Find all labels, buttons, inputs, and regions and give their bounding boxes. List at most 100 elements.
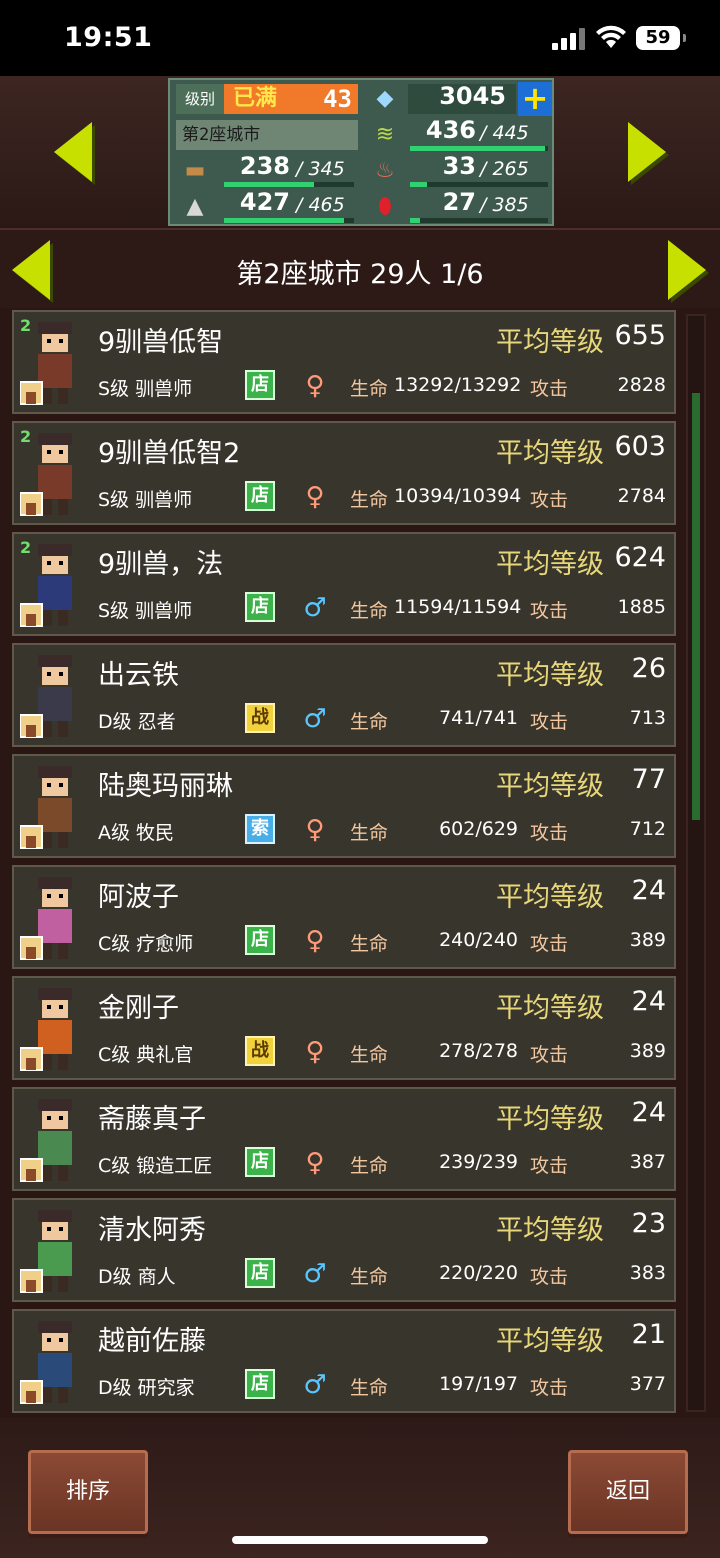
attack-label: 攻击 bbox=[530, 1377, 569, 1399]
female-icon: ♀ bbox=[305, 1037, 325, 1067]
scrollbar[interactable] bbox=[686, 314, 706, 1412]
resident-row[interactable]: 2 9驯兽，法 平均等级 624 S级 驯兽师 店 ♂ 生命 11594/11594 攻击 1885 bbox=[12, 532, 676, 636]
attack-value: 1885 bbox=[617, 596, 666, 618]
battery-icon: 59 bbox=[636, 26, 686, 50]
clock: 19:51 bbox=[64, 22, 153, 53]
rank-badge-icon: 2 bbox=[20, 538, 32, 557]
job-tag-badge: 店 bbox=[245, 925, 275, 955]
hp-value: 197/197 bbox=[439, 1373, 518, 1395]
resident-row[interactable]: 陆奥玛丽琳 平均等级 77 A级 牧民 索 ♀ 生命 602/629 攻击 712 bbox=[12, 754, 676, 858]
grain-bar bbox=[410, 146, 545, 151]
avg-level-value: 23 bbox=[631, 1208, 666, 1239]
hp-value: 741/741 bbox=[439, 707, 518, 729]
male-icon: ♂ bbox=[303, 704, 327, 734]
food-max: / 265 bbox=[480, 158, 529, 180]
page-title: 第2座城市 29人 1/6 bbox=[236, 259, 484, 290]
resident-name: 斋藤真子 bbox=[98, 1104, 206, 1135]
attack-label: 攻击 bbox=[530, 489, 569, 511]
male-icon: ♂ bbox=[303, 593, 327, 623]
ore-icon: ▲ bbox=[186, 194, 204, 219]
resident-row[interactable]: 金刚子 平均等级 24 C级 典礼官 战 ♀ 生命 278/278 攻击 389 bbox=[12, 976, 676, 1080]
resident-avatar bbox=[19, 760, 90, 854]
level-full-badge: 已满 bbox=[224, 84, 286, 114]
next-city-arrow-icon[interactable] bbox=[614, 112, 674, 192]
resident-avatar bbox=[19, 1093, 90, 1187]
avg-level-label: 平均等级 bbox=[496, 327, 604, 358]
job-tag-badge: 战 bbox=[245, 703, 275, 733]
avg-level-value: 624 bbox=[614, 542, 666, 573]
resident-row[interactable]: 斋藤真子 平均等级 24 C级 锻造工匠 店 ♀ 生命 239/239 攻击 387 bbox=[12, 1087, 676, 1191]
resident-class: C级 疗愈师 bbox=[98, 933, 194, 955]
hp-value: 13292/13292 bbox=[394, 374, 522, 396]
resident-row[interactable]: 2 9驯兽低智 平均等级 655 S级 驯兽师 店 ♀ 生命 13292/13292 攻击 2828 bbox=[12, 310, 676, 414]
job-tag-badge: 店 bbox=[245, 1369, 275, 1399]
ore-bar bbox=[224, 218, 344, 223]
avg-level-label: 平均等级 bbox=[496, 438, 604, 469]
resident-name: 越前佐藤 bbox=[98, 1326, 206, 1357]
hp-label: 生命 bbox=[350, 1377, 389, 1399]
resident-name: 9驯兽低智2 bbox=[98, 438, 241, 469]
home-indicator[interactable] bbox=[232, 1536, 488, 1544]
avg-level-label: 平均等级 bbox=[496, 549, 604, 580]
wood-max: / 345 bbox=[296, 158, 345, 180]
sort-button[interactable]: 排序 bbox=[28, 1450, 148, 1534]
rank-badge-icon: 2 bbox=[20, 427, 32, 446]
resident-avatar bbox=[19, 1204, 90, 1298]
hp-label: 生命 bbox=[350, 1155, 389, 1177]
resident-class: S级 驯兽师 bbox=[98, 489, 193, 511]
food-value: 33 bbox=[442, 152, 476, 180]
attack-value: 377 bbox=[629, 1373, 666, 1395]
avg-level-value: 24 bbox=[631, 986, 666, 1017]
resident-row[interactable]: 阿波子 平均等级 24 C级 疗愈师 店 ♀ 生命 240/240 攻击 389 bbox=[12, 865, 676, 969]
hp-value: 11594/11594 bbox=[394, 596, 522, 618]
wood-value: 238 bbox=[239, 152, 290, 180]
hp-value: 220/220 bbox=[439, 1262, 518, 1284]
resident-name: 陆奥玛丽琳 bbox=[98, 771, 233, 802]
hp-label: 生命 bbox=[350, 711, 389, 733]
resident-avatar bbox=[19, 982, 90, 1076]
attack-value: 383 bbox=[629, 1262, 666, 1284]
male-icon: ♂ bbox=[303, 1259, 327, 1289]
avg-level-label: 平均等级 bbox=[496, 771, 604, 802]
attack-label: 攻击 bbox=[530, 1266, 569, 1288]
resident-row[interactable]: 出云铁 平均等级 26 D级 忍者 战 ♂ 生命 741/741 攻击 713 bbox=[12, 643, 676, 747]
grain-icon: ≋ bbox=[375, 122, 395, 147]
add-gems-button[interactable]: + bbox=[518, 82, 552, 116]
resident-name: 金刚子 bbox=[98, 993, 179, 1024]
crystal-value: 27 bbox=[442, 188, 476, 216]
next-page-arrow-icon[interactable] bbox=[654, 230, 714, 310]
resident-class: D级 忍者 bbox=[98, 711, 176, 733]
ore-max: / 465 bbox=[296, 194, 345, 216]
avg-level-value: 24 bbox=[631, 1097, 666, 1128]
grain-max: / 445 bbox=[480, 122, 529, 144]
prev-city-arrow-icon[interactable] bbox=[46, 112, 106, 192]
attack-label: 攻击 bbox=[530, 822, 569, 844]
attack-value: 387 bbox=[629, 1151, 666, 1173]
resident-list[interactable]: 2 9驯兽低智 平均等级 655 S级 驯兽师店 ♀ 生命 13292/13292 攻击 2828… bbox=[12, 310, 678, 1414]
avg-level-value: 21 bbox=[631, 1319, 666, 1350]
level-value: 43 bbox=[286, 84, 358, 114]
resident-class: A级 牧民 bbox=[98, 822, 175, 844]
resident-avatar: 2 bbox=[19, 538, 90, 632]
attack-value: 2828 bbox=[617, 374, 666, 396]
female-icon: ♀ bbox=[305, 482, 325, 512]
resident-name: 9驯兽，法 bbox=[98, 549, 224, 580]
food-bar bbox=[410, 182, 427, 187]
resident-avatar bbox=[19, 1315, 90, 1409]
avg-level-value: 77 bbox=[631, 764, 666, 795]
wood-bar bbox=[224, 182, 314, 187]
hp-value: 602/629 bbox=[439, 818, 518, 840]
cellular-signal-icon bbox=[552, 28, 585, 50]
resident-avatar: 2 bbox=[19, 316, 90, 410]
resident-row[interactable]: 清水阿秀 平均等级 23 D级 商人 店 ♂ 生命 220/220 攻击 383 bbox=[12, 1198, 676, 1302]
resident-class: S级 驯兽师 bbox=[98, 378, 193, 400]
attack-value: 389 bbox=[629, 1040, 666, 1062]
hp-label: 生命 bbox=[350, 1266, 389, 1288]
avg-level-label: 平均等级 bbox=[496, 882, 604, 913]
resident-row[interactable]: 越前佐藤 平均等级 21 D级 研究家 店 ♂ 生命 197/197 攻击 377 bbox=[12, 1309, 676, 1413]
crystal-max: / 385 bbox=[480, 194, 529, 216]
resident-row[interactable]: 2 9驯兽低智2 平均等级 603 S级 驯兽师 店 ♀ 生命 10394/10394 攻击 278… bbox=[12, 421, 676, 525]
job-tag-badge: 战 bbox=[245, 1036, 275, 1066]
back-button[interactable]: 返回 bbox=[568, 1450, 688, 1534]
scrollbar-thumb[interactable] bbox=[692, 393, 700, 820]
